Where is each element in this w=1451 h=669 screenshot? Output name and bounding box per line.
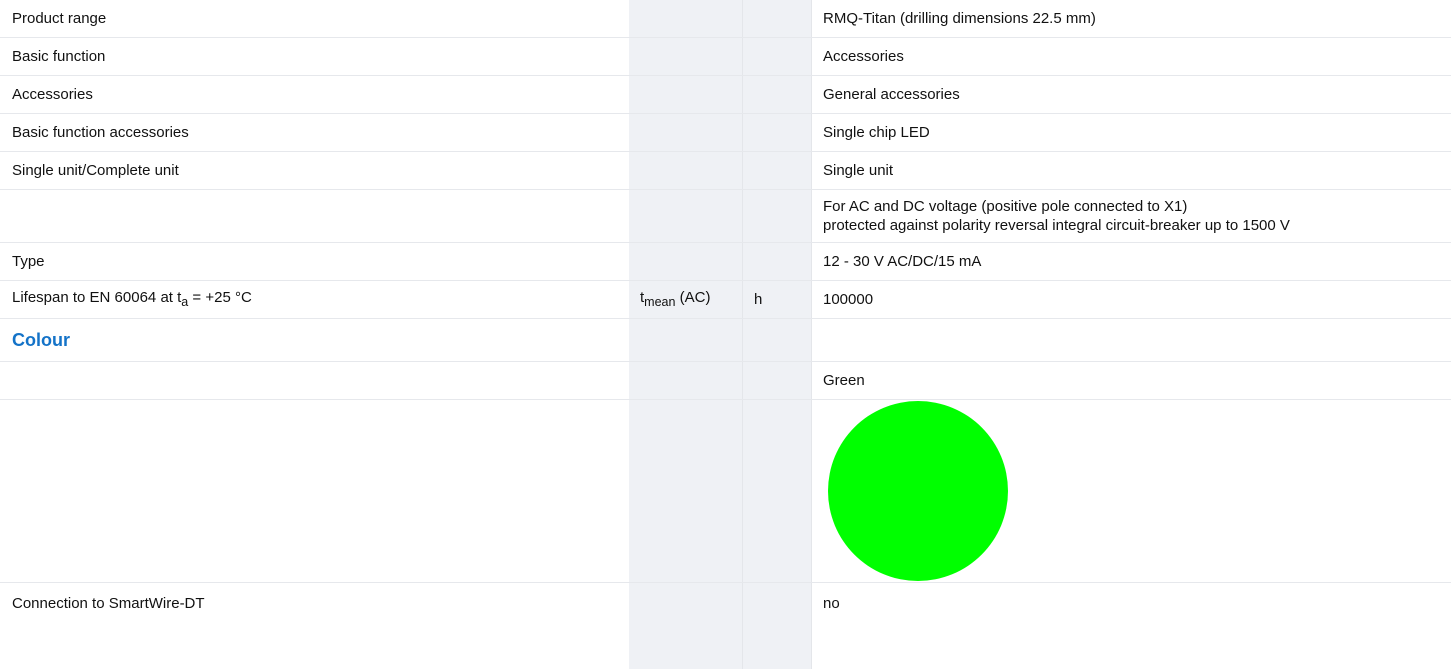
row-label: Accessories [0,75,628,114]
table-row [0,399,1451,583]
table-row: Lifespan to EN 60064 at ta = +25 °C tmea… [0,280,1451,319]
table-row: Basic function accessories Single chip L… [0,113,1451,152]
row-value: Single unit [811,151,1451,190]
row-label [0,189,628,243]
table-row: Green [0,361,1451,400]
green-circle-icon [828,401,1008,581]
table-row: Connection to SmartWire-DT no [0,582,1451,623]
section-row: Colour [0,318,1451,362]
row-value: Accessories [811,37,1451,76]
table-row: Single unit/Complete unit Single unit [0,151,1451,190]
table-row: Accessories General accessories [0,75,1451,114]
row-unit: h [742,280,811,319]
row-value: 100000 [811,280,1451,319]
row-value-line: protected against polarity reversal inte… [823,217,1290,234]
table-row: Type 12 - 30 V AC/DC/15 mA [0,242,1451,281]
row-label: Basic function [0,37,628,76]
row-label: Basic function accessories [0,113,628,152]
row-value: For AC and DC voltage (positive pole con… [811,189,1451,243]
row-label: Lifespan to EN 60064 at ta = +25 °C [0,280,628,319]
row-label: Type [0,242,628,281]
row-label: Single unit/Complete unit [0,151,628,190]
section-heading: Colour [0,318,628,362]
row-value-line: For AC and DC voltage (positive pole con… [823,198,1188,215]
row-value: Single chip LED [811,113,1451,152]
row-value: RMQ-Titan (drilling dimensions 22.5 mm) [823,10,1096,27]
spec-table: Product range RMQ-Titan (drilling dimens… [0,0,1451,623]
table-row: Basic function Accessories [0,37,1451,76]
row-value: 12 - 30 V AC/DC/15 mA [811,242,1451,281]
row-value: General accessories [811,75,1451,114]
row-label: Connection to SmartWire-DT [0,582,628,623]
row-value: no [811,582,1451,623]
table-row: Product range RMQ-Titan (drilling dimens… [0,0,1451,38]
row-symbol: tmean (AC) [628,280,742,319]
table-row: For AC and DC voltage (positive pole con… [0,189,1451,243]
datasheet: Product range RMQ-Titan (drilling dimens… [0,0,1451,669]
colour-name: Green [811,361,1451,400]
row-label: Product range [12,10,107,27]
